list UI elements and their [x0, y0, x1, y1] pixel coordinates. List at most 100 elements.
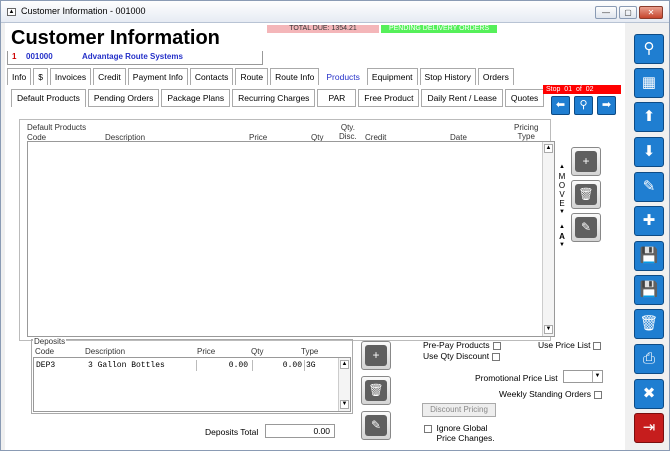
edit-deposit-button[interactable]: ✎ [361, 411, 391, 440]
save-button[interactable]: 💾 [634, 275, 664, 305]
dep-scroll-up-arrow[interactable]: ▲ [340, 360, 349, 369]
prepay-checkbox[interactable] [492, 341, 501, 350]
sort-az-icon[interactable]: A [556, 232, 568, 241]
delete-button[interactable]: 🗑 [634, 309, 664, 339]
sort-up-arrow[interactable]: ▲ [556, 223, 568, 232]
deposits-total-label: Deposits Total [205, 427, 259, 437]
prepay-option[interactable]: Pre-Pay Products [423, 340, 501, 350]
close-window-button[interactable]: ✕ [639, 6, 663, 19]
delete-product-button[interactable]: 🗑 [571, 180, 601, 209]
tab-route-info[interactable]: Route Info [270, 68, 320, 85]
search-button[interactable]: ⚲ [634, 34, 664, 64]
subtab-daily-rent-lease[interactable]: Daily Rent / Lease [421, 89, 503, 107]
deposits-total-value: 0.00 [265, 424, 335, 438]
edit-product-button[interactable]: ✎ [571, 213, 601, 242]
weekly-orders-option[interactable]: Weekly Standing Orders [499, 389, 602, 399]
move-down-arrow[interactable]: ▼ [556, 208, 568, 217]
discount-pricing-button[interactable]: Discount Pricing [422, 403, 496, 417]
weekly-orders-checkbox[interactable] [593, 390, 602, 399]
tab-stop-history[interactable]: Stop History [419, 68, 476, 85]
subtab-quotes[interactable]: Quotes [504, 89, 545, 107]
edit-button[interactable]: ✎ [634, 172, 664, 202]
grid-icon: ▦ [641, 74, 657, 91]
ignore-global-option[interactable]: Ignore Global Price Changes. [424, 423, 495, 443]
tab-info[interactable]: Info [7, 68, 32, 85]
add-deposit-button[interactable]: + [361, 341, 391, 370]
scroll-down-arrow[interactable]: ▼ [544, 325, 553, 334]
table-row[interactable]: DEP3 3 Gallon Bottles 0.00 0.00 3G [34, 358, 336, 372]
col-qty-disc: Qty. Disc. [339, 123, 357, 141]
window-title: Customer Information - 001000 [21, 6, 146, 16]
tab-invoices[interactable]: Invoices [49, 68, 92, 85]
tab-payment-info[interactable]: Payment Info [127, 68, 188, 85]
promo-price-list-label: Promotional Price List [475, 373, 558, 383]
subtab-free-product[interactable]: Free Product [358, 89, 420, 107]
move-label: M O V E [558, 172, 566, 208]
dep-col-price: Price [197, 347, 216, 356]
products-scrollbar[interactable]: ▲ ▼ [542, 142, 554, 336]
add-button[interactable]: ✚ [634, 206, 664, 236]
minimize-button[interactable]: — [595, 6, 617, 19]
qty-discount-option[interactable]: Use Qty Discount [423, 351, 501, 361]
subtab-package-plans[interactable]: Package Plans [161, 89, 231, 107]
find-stop-button[interactable]: ⚲ [574, 96, 593, 115]
maximize-button[interactable]: ▢ [619, 6, 637, 19]
print-button[interactable]: ⎙ [634, 344, 664, 374]
up-button[interactable]: ⬆ [634, 102, 664, 132]
pencil-icon: ✎ [642, 178, 656, 195]
tab-contacts[interactable]: Contacts [189, 68, 234, 85]
dep-description: 3 Gallon Bottles [88, 361, 165, 370]
grid-button[interactable]: ▦ [634, 68, 664, 98]
stop-of: of [575, 86, 582, 93]
page-title: Customer Information [11, 27, 220, 49]
tab-products[interactable]: Products [321, 68, 365, 85]
add-product-button[interactable]: + [571, 147, 601, 176]
close-icon: ✖ [642, 385, 656, 402]
chevron-down-icon[interactable]: ▼ [592, 371, 602, 382]
qty-discount-label: Use Qty Discount [423, 351, 490, 361]
dep-col-description: Description [85, 347, 126, 356]
dep-qty: 0.00 [252, 360, 302, 371]
subtab-par[interactable]: PAR [317, 89, 357, 107]
down-button[interactable]: ⬇ [634, 137, 664, 167]
tab-route[interactable]: Route [235, 68, 269, 85]
tab-orders[interactable]: Orders [477, 68, 514, 85]
subtab-recurring-charges[interactable]: Recurring Charges [232, 89, 316, 107]
dep-type: 3G [304, 360, 316, 371]
price-list-option[interactable]: Use Price List [538, 340, 602, 350]
deposits-scrollbar[interactable]: ▲ ▼ [338, 358, 350, 411]
deposits-grid[interactable]: DEP3 3 Gallon Bottles 0.00 0.00 3G ▲ ▼ [33, 357, 351, 412]
dep-scroll-down-arrow[interactable]: ▼ [340, 400, 349, 409]
window-icon[interactable]: ▲ [7, 8, 16, 16]
main-content: TOTAL DUE: 1354.21 PENDING DELIVERY ORDE… [5, 23, 625, 450]
product-subtabs: Default Products Pending Orders Package … [11, 89, 546, 107]
sort-down-arrow[interactable]: ▼ [556, 241, 568, 250]
save-new-button[interactable]: 💾 [634, 241, 664, 271]
promo-price-list-select[interactable]: ▼ [563, 370, 603, 383]
qty-discount-checkbox[interactable] [492, 352, 501, 361]
subtab-pending-orders[interactable]: Pending Orders [87, 89, 160, 107]
default-products-group-label: Default Products [27, 123, 87, 132]
next-stop-button[interactable]: ➡ [597, 96, 616, 115]
price-list-checkbox[interactable] [593, 341, 602, 350]
tab-equipment[interactable]: Equipment [366, 68, 418, 85]
dep-price: 0.00 [196, 360, 248, 371]
trash-icon: 🗑 [575, 184, 597, 205]
cancel-button[interactable]: ✖ [634, 379, 664, 409]
trash-icon: 🗑 [365, 380, 387, 401]
scroll-up-arrow[interactable]: ▲ [544, 144, 553, 153]
add-page-icon: + [575, 151, 597, 172]
add-page-icon: ✚ [642, 212, 656, 229]
prev-stop-button[interactable]: ⬅ [551, 96, 570, 115]
delete-deposit-button[interactable]: 🗑 [361, 376, 391, 405]
tab-credit[interactable]: Credit [93, 68, 126, 85]
move-control[interactable]: ▲ M O V E ▼ ▲ A ▼ [556, 163, 568, 250]
customer-number: 001000 [26, 52, 53, 61]
products-grid[interactable]: ▲ ▼ [27, 141, 555, 337]
dep-col-type: Type [301, 347, 319, 356]
ignore-global-checkbox[interactable] [424, 425, 432, 433]
tab-balance[interactable]: $ [33, 68, 48, 85]
subtab-default-products[interactable]: Default Products [11, 89, 86, 107]
move-up-arrow[interactable]: ▲ [556, 163, 568, 172]
exit-button[interactable]: ⇥ [634, 413, 664, 443]
